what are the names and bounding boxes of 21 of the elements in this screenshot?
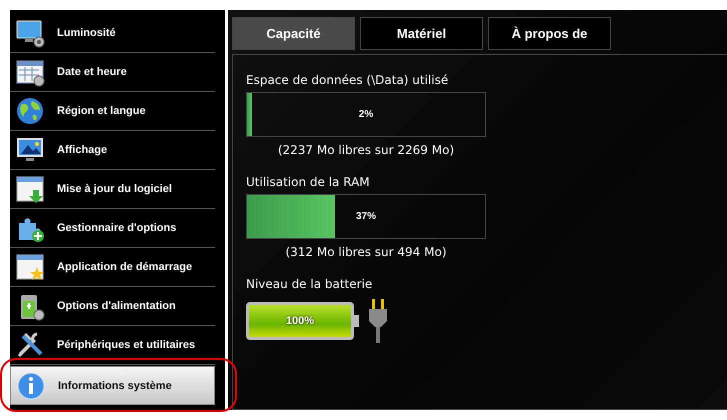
usage-detail: (312 Mo libres sur 494 Mo) [284, 245, 448, 259]
usage-detail: (2237 Mo libres sur 2269 Mo) [276, 143, 456, 157]
percent-label: 2% [358, 109, 374, 120]
sidebar-item[interactable]: Affichage [10, 131, 215, 170]
section-title: Utilisation de la RAM [246, 175, 371, 189]
tab[interactable]: À propos de [488, 17, 611, 50]
sidebar-item[interactable]: Informations système [10, 366, 215, 405]
tab[interactable]: Capacité [232, 17, 355, 50]
sidebar-item[interactable]: Région et langue [10, 92, 215, 131]
sidebar-item[interactable]: Périphériques et utilitaires [10, 326, 215, 365]
sidebar-item[interactable]: Options d'alimentation [10, 287, 215, 326]
percent-label: 100% [286, 315, 314, 327]
tab[interactable]: Matériel [360, 17, 483, 50]
section-title: Espace de données (\Data) utilisé [246, 73, 450, 87]
percent-label: 37% [356, 211, 376, 222]
sidebar-item[interactable]: Application de démarrage [10, 248, 215, 287]
sidebar-item[interactable]: Gestionnaire d'options [10, 209, 215, 248]
sidebar-item[interactable]: Mise à jour du logiciel [10, 170, 215, 209]
section-title: Niveau de la batterie [246, 277, 374, 291]
sidebar-item[interactable]: Date et heure [10, 53, 215, 92]
sidebar-item[interactable]: Luminosité [10, 14, 215, 53]
